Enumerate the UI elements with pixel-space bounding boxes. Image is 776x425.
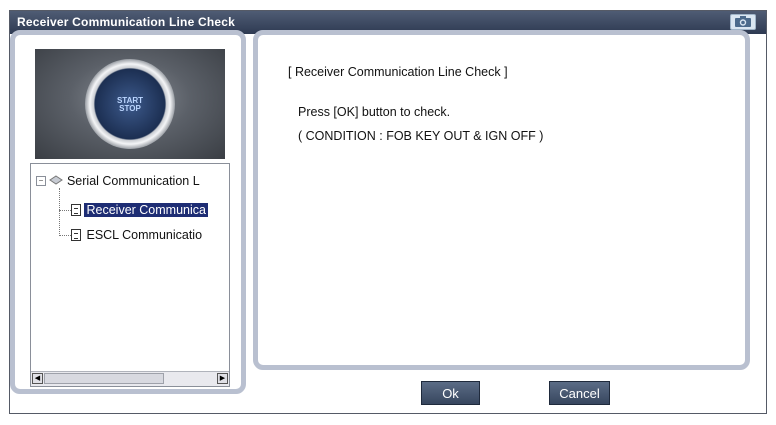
content-heading: [ Receiver Communication Line Check ] [288,65,508,79]
start-stop-button-graphic: START STOP [85,59,175,149]
tree-connector [59,188,60,236]
instruction-text: Press [OK] button to check. [298,105,451,119]
tree-view[interactable]: − Serial Communication L Receiver Commun… [30,163,230,387]
tree-item-receiver[interactable]: Receiver Communica [71,202,208,217]
window-title: Receiver Communication Line Check [17,15,235,29]
tree-item-label: Receiver Communica [84,202,208,217]
camera-icon[interactable] [730,14,756,30]
horizontal-scrollbar[interactable]: ◀ ▶ [31,371,229,386]
left-panel: START STOP − Serial Communication L Rece… [10,30,246,394]
tree-connector [59,235,71,236]
start-stop-label: START STOP [116,96,144,113]
folder-node-icon [49,175,64,187]
scroll-left-icon[interactable]: ◀ [32,373,43,384]
cancel-button[interactable]: Cancel [549,381,610,405]
document-icon [71,203,81,216]
document-icon [71,228,81,241]
tree-item-root[interactable]: − Serial Communication L [36,173,200,188]
scroll-right-icon[interactable]: ▶ [217,373,228,384]
tree-connector [59,210,71,211]
start-stop-button-image: START STOP [35,49,225,159]
collapse-icon[interactable]: − [36,175,46,186]
ok-button[interactable]: Ok [421,381,480,405]
content-panel: [ Receiver Communication Line Check ] Pr… [253,30,750,370]
condition-text: ( CONDITION : FOB KEY OUT & IGN OFF ) [298,129,544,143]
tree-item-escl[interactable]: ESCL Communicatio [71,227,204,242]
tree-item-label: ESCL Communicatio [86,227,203,242]
scroll-thumb[interactable] [44,373,164,384]
tree-item-label: Serial Communication L [66,173,200,188]
